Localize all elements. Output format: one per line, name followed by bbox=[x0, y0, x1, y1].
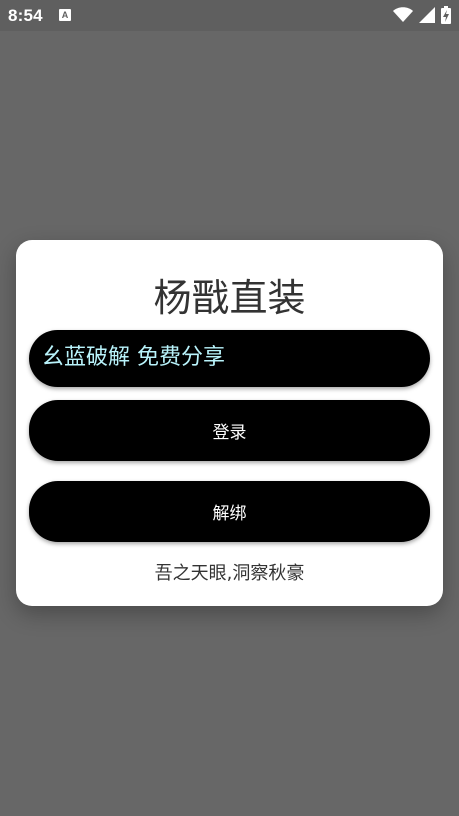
footer-slogan: 吾之天眼,洞察秋豪 bbox=[154, 563, 305, 584]
battery-icon bbox=[441, 6, 451, 24]
promo-banner: 幺蓝破解 免费分享 bbox=[29, 330, 430, 387]
dialog-title: 杨戬直装 bbox=[153, 276, 306, 320]
unbind-button[interactable]: 解绑 bbox=[29, 481, 430, 542]
login-button[interactable]: 登录 bbox=[29, 400, 430, 461]
status-icons bbox=[393, 6, 451, 24]
unbind-button-label: 解绑 bbox=[212, 504, 247, 524]
login-button-label: 登录 bbox=[212, 423, 247, 443]
status-time: 8:54 bbox=[8, 6, 43, 25]
wifi-icon bbox=[393, 7, 413, 23]
banner-text: 幺蓝破解 免费分享 bbox=[42, 345, 225, 370]
notification-app-icon: A bbox=[59, 9, 71, 21]
status-bar: 8:54 A bbox=[0, 0, 459, 31]
cellular-signal-icon bbox=[419, 7, 435, 23]
